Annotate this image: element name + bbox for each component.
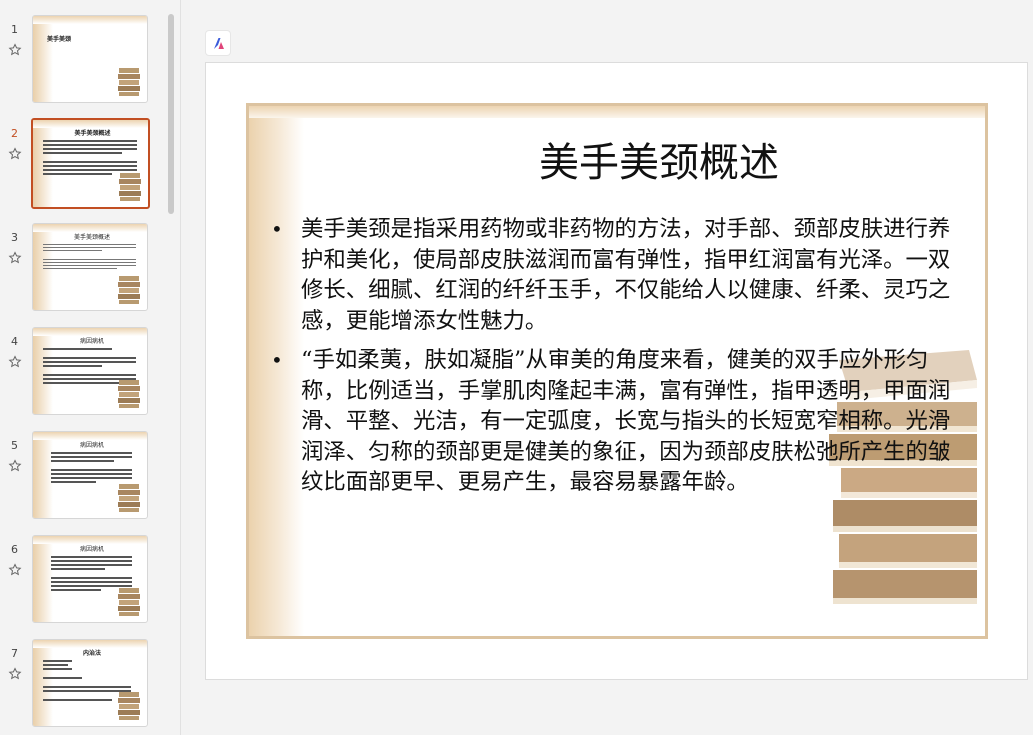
thumbnail-row-7[interactable]: 7 内治法 (0, 639, 165, 731)
books-image (118, 68, 140, 96)
bullet-item[interactable]: 美手美颈是指采用药物或非药物的方法，对手部、颈部皮肤进行养护和美化，使局部皮肤滋… (271, 214, 971, 336)
star-icon[interactable] (8, 563, 22, 577)
slide-number: 2 (11, 127, 18, 140)
slide-thumbnail-7[interactable]: 内治法 (32, 639, 148, 727)
slide-editor-area: 美手美颈概述 美手美颈是指采用药物或非药物的方法，对手部、颈部皮肤进行养护和美化… (181, 0, 1033, 735)
thumb-top-band (33, 16, 147, 24)
copilot-button[interactable] (205, 30, 231, 56)
thumb-top-band (33, 536, 147, 544)
slide-thumbnail-panel: 1 美手美颈 2 美手美颈概述 3 美手美颈概述 4 病因病机 5 病因病机 6… (0, 0, 181, 735)
star-icon[interactable] (8, 43, 22, 57)
slide-thumbnail-2[interactable]: 美手美颈概述 (31, 118, 150, 209)
slide-thumbnail-4[interactable]: 病因病机 (32, 327, 148, 415)
thumb-top-band (33, 432, 147, 440)
thumbnail-row-4[interactable]: 4 病因病机 (0, 327, 165, 419)
thumbnail-row-2[interactable]: 2 美手美颈概述 (0, 118, 165, 211)
slide-title[interactable]: 美手美颈概述 (409, 130, 909, 188)
books-image (118, 276, 140, 304)
thumb-title: 病因病机 (79, 546, 104, 553)
thumb-title: 美手美颈概述 (74, 130, 111, 137)
thumbnail-row-6[interactable]: 6 病因病机 (0, 535, 165, 627)
current-slide[interactable]: 美手美颈概述 美手美颈是指采用药物或非药物的方法，对手部、颈部皮肤进行养护和美化… (205, 62, 1028, 680)
thumbnail-row-3[interactable]: 3 美手美颈概述 (0, 223, 165, 315)
slide-number: 6 (11, 543, 18, 556)
thumb-title: 病因病机 (79, 442, 104, 449)
thumb-top-band (33, 640, 147, 648)
slide-number: 5 (11, 439, 18, 452)
copilot-icon (214, 38, 224, 49)
thumb-top-band (33, 120, 148, 128)
books-image (119, 173, 141, 201)
slide-number: 3 (11, 231, 18, 244)
thumbnail-scrollbar[interactable] (168, 14, 174, 214)
slide-number: 7 (11, 647, 18, 660)
slide-thumbnail-6[interactable]: 病因病机 (32, 535, 148, 623)
slide-thumbnail-3[interactable]: 美手美颈概述 (32, 223, 148, 311)
thumb-gradient (33, 16, 53, 102)
thumbnail-row-5[interactable]: 5 病因病机 (0, 431, 165, 523)
thumb-top-band (33, 224, 147, 232)
slide-body[interactable]: 美手美颈是指采用药物或非药物的方法，对手部、颈部皮肤进行养护和美化，使局部皮肤滋… (271, 214, 971, 507)
star-icon[interactable] (8, 147, 22, 161)
slide-frame: 美手美颈概述 美手美颈是指采用药物或非药物的方法，对手部、颈部皮肤进行养护和美化… (246, 103, 988, 639)
thumb-title: 美手美颈 (47, 36, 72, 43)
thumb-title: 内治法 (82, 650, 101, 657)
slide-top-band (249, 106, 985, 118)
thumb-title: 病因病机 (79, 338, 104, 345)
presentation-app: 1 美手美颈 2 美手美颈概述 3 美手美颈概述 4 病因病机 5 病因病机 6… (0, 0, 1033, 735)
slide-number: 4 (11, 335, 18, 348)
slide-thumbnail-5[interactable]: 病因病机 (32, 431, 148, 519)
thumb-top-band (33, 328, 147, 336)
thumb-text-lines (43, 244, 141, 271)
bullet-item[interactable]: “手如柔荑，肤如凝脂”从审美的角度来看，健美的双手应外形匀称，比例适当，手掌肌肉… (271, 345, 971, 498)
slide-thumbnail-1[interactable]: 美手美颈 (32, 15, 148, 103)
star-icon[interactable] (8, 355, 22, 369)
books-image (118, 484, 140, 512)
star-icon[interactable] (8, 667, 22, 681)
books-image (118, 692, 140, 720)
slide-number: 1 (11, 23, 18, 36)
thumbnail-row-1[interactable]: 1 美手美颈 (0, 15, 165, 107)
books-image (118, 380, 140, 408)
books-image (118, 588, 140, 616)
thumb-title: 美手美颈概述 (73, 234, 110, 241)
star-icon[interactable] (8, 459, 22, 473)
star-icon[interactable] (8, 251, 22, 265)
